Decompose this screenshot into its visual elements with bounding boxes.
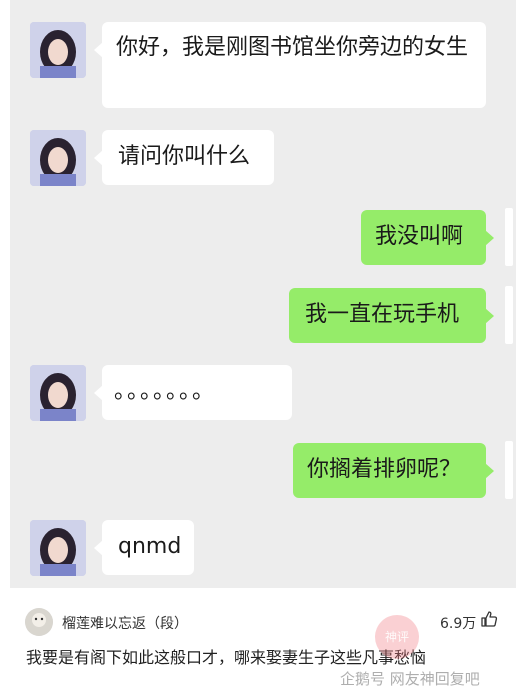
avatar-edge [505, 208, 513, 266]
message-bubble[interactable]: 我没叫啊 [361, 210, 494, 265]
username[interactable]: 榴莲难以忘返（段） [62, 613, 188, 633]
message-bubble[interactable]: 你好，我是刚图书馆坐你旁边的女生 [94, 22, 486, 108]
message-text: 请问你叫什么 [118, 144, 251, 169]
message-bubble[interactable]: 我一直在玩手机 [289, 288, 494, 343]
message-bubble[interactable]: 你搁着排卵呢？ [293, 443, 494, 498]
message-text: 我没叫啊 [375, 224, 464, 249]
hot-comment-stamp: 神评 [375, 615, 419, 659]
avatar[interactable] [30, 22, 86, 78]
avatar-edge [505, 286, 513, 344]
avatar[interactable] [30, 365, 86, 421]
avatar[interactable] [30, 520, 86, 576]
chat-area: 你好，我是刚图书馆坐你旁边的女生 请问你叫什么 我没叫啊 我一直在玩手机 。。。… [10, 0, 516, 588]
message-bubble[interactable]: 请问你叫什么 [94, 130, 274, 185]
message-bubble[interactable]: qnmd [94, 520, 194, 575]
message-bubble[interactable]: 。。。。。。。 [94, 365, 292, 420]
message-text: 你好，我是刚图书馆坐你旁边的女生 [116, 35, 469, 60]
message-text: 我一直在玩手机 [305, 302, 460, 327]
comment-text: 我要是有阁下如此这般口才，哪来娶妻生子这些凡事愁恼 [26, 648, 427, 667]
avatar[interactable] [30, 130, 86, 186]
user-avatar[interactable] [25, 608, 53, 636]
message-text: 。。。。。。。 [114, 379, 217, 404]
message-text: qnmd [118, 534, 182, 559]
avatar-edge [505, 441, 513, 499]
like-count: 6.9万 [440, 616, 477, 632]
watermark: 企鹅号 网友神回复吧 [340, 670, 480, 688]
message-text: 你搁着排卵呢？ [307, 457, 462, 482]
thumbs-up-icon[interactable] [480, 610, 498, 632]
